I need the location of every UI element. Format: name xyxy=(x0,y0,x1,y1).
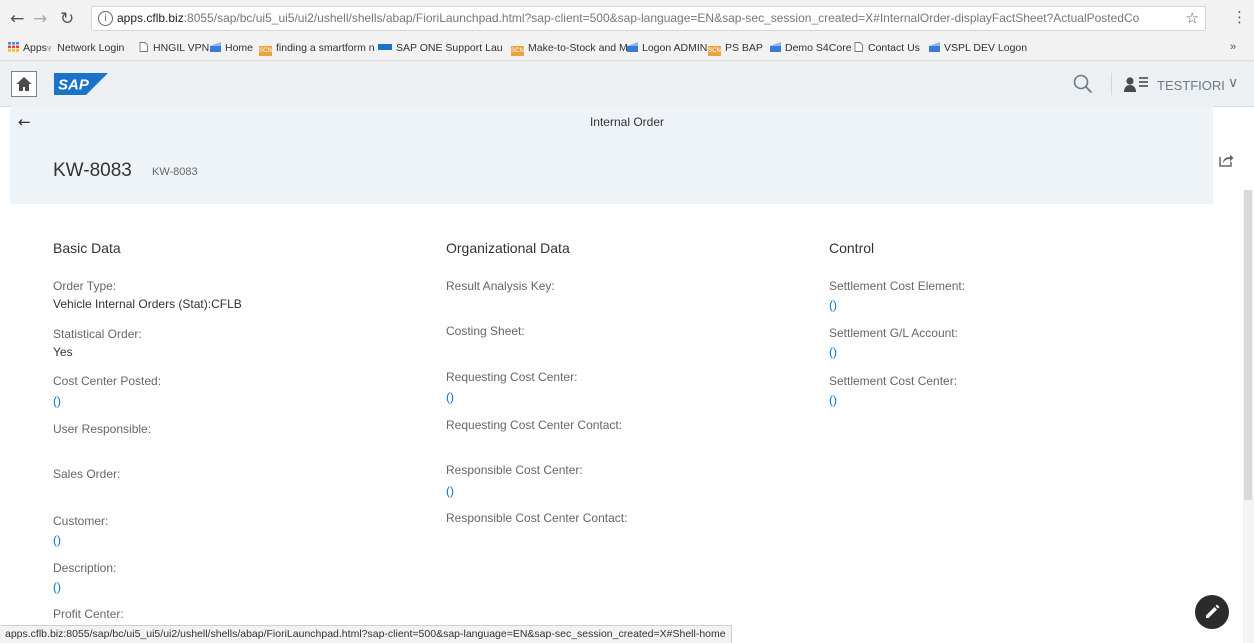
link-settlement-cost-element[interactable]: () xyxy=(829,298,837,312)
value-order-type: Vehicle Internal Orders (Stat):CFLB xyxy=(53,297,242,311)
bookmark-label: Apps xyxy=(23,42,47,54)
bookmark-hngil-vpn[interactable]: HNGIL VPN xyxy=(138,42,209,54)
bookmark-logon-admin[interactable]: Logon ADMIN xyxy=(627,42,707,54)
label-requesting-cost-center-contact: Requesting Cost Center Contact: xyxy=(446,418,623,432)
browser-menu-icon[interactable]: ⋮ xyxy=(1232,8,1247,26)
label-costing-sheet: Costing Sheet: xyxy=(446,324,525,338)
favicon-icon xyxy=(210,42,221,52)
sap-one-icon xyxy=(378,44,392,50)
scrollbar-thumb[interactable] xyxy=(1244,190,1252,500)
link-responsible-cost-center[interactable]: () xyxy=(446,484,454,498)
label-cost-center-posted: Cost Center Posted: xyxy=(53,374,162,388)
bookmark-label: PS BAP xyxy=(725,42,763,54)
bookmark-label: Network Login xyxy=(57,42,125,54)
link-cost-center-posted[interactable]: () xyxy=(53,394,61,408)
label-sales-order: Sales Order: xyxy=(53,467,121,481)
bookmark-make-to-stock[interactable]: SCN Make-to-Stock and M xyxy=(511,42,628,56)
label-customer: Customer: xyxy=(53,514,109,528)
bookmark-label: Make-to-Stock and M xyxy=(528,42,628,54)
bookmark-label: HNGIL VPN xyxy=(153,42,210,54)
bookmark-sap-one-support[interactable]: SAP ONE Support Lau xyxy=(378,42,503,54)
url-text[interactable]: apps.cflb.biz:8055/sap/bc/ui5_ui5/ui2/us… xyxy=(117,11,1139,25)
chevron-down-icon[interactable]: ∨ xyxy=(1228,75,1238,91)
label-order-type: Order Type: xyxy=(53,279,117,293)
label-result-analysis-key: Result Analysis Key: xyxy=(446,279,555,293)
network-icon: ♆ xyxy=(45,43,54,55)
bookmark-star-icon[interactable]: ☆ xyxy=(1186,9,1199,27)
object-title: KW-8083 xyxy=(53,160,132,181)
label-responsible-cost-center: Responsible Cost Center: xyxy=(446,463,583,477)
bookmark-label: finding a smartform n xyxy=(276,42,375,54)
link-settlement-gl-account[interactable]: () xyxy=(829,345,837,359)
user-icon[interactable] xyxy=(1124,75,1152,93)
svg-text:SAP: SAP xyxy=(58,77,90,94)
bookmark-vspl-dev-logon[interactable]: VSPL DEV Logon xyxy=(929,42,1027,54)
bookmark-network-login[interactable]: ♆ Network Login xyxy=(45,42,125,55)
label-responsible-cost-center-contact: Responsible Cost Center Contact: xyxy=(446,511,628,525)
back-arrow-icon[interactable]: ← xyxy=(10,9,24,29)
label-description: Description: xyxy=(53,561,117,575)
bookmark-contact-us[interactable]: Contact Us xyxy=(853,42,920,54)
bookmarks-bar: Apps ♆ Network Login HNGIL VPN Home SCN fi… xyxy=(0,38,1254,61)
link-settlement-cost-center[interactable]: () xyxy=(829,393,837,407)
label-profit-center: Profit Center: xyxy=(53,607,124,621)
bookmark-label: Demo S4Core xyxy=(785,42,852,54)
apps-grid-icon xyxy=(8,42,19,52)
browser-toolbar: ← → ↻ i apps.cflb.biz:8055/sap/bc/ui5_ui… xyxy=(0,0,1254,38)
bookmark-label: Home xyxy=(225,42,254,54)
favicon-icon xyxy=(929,42,940,52)
scn-icon: SCN xyxy=(708,46,721,56)
label-settlement-cost-element: Settlement Cost Element: xyxy=(829,279,966,293)
object-subtitle: KW-8083 xyxy=(152,166,198,178)
scn-icon: SCN xyxy=(511,46,524,56)
reload-icon[interactable]: ↻ xyxy=(60,9,74,29)
forward-arrow-icon[interactable]: → xyxy=(33,9,47,29)
status-bar-url: apps.cflb.biz:8055/sap/bc/ui5_ui5/ui2/us… xyxy=(0,625,732,643)
bookmarks-overflow-button[interactable]: » xyxy=(1230,41,1236,53)
bookmark-finding-smartform[interactable]: SCN finding a smartform n xyxy=(259,42,375,56)
info-icon[interactable]: i xyxy=(98,11,113,26)
search-icon[interactable] xyxy=(1073,74,1093,94)
label-statistical-order: Statistical Order: xyxy=(53,327,142,341)
address-bar[interactable]: i apps.cflb.biz:8055/sap/bc/ui5_ui5/ui2/… xyxy=(91,6,1206,31)
share-icon[interactable] xyxy=(1218,153,1234,167)
section-title-control: Control xyxy=(829,240,875,256)
bookmark-demo-s4core[interactable]: Demo S4Core xyxy=(770,42,852,54)
shell-divider xyxy=(1111,73,1112,95)
label-settlement-gl-account: Settlement G/L Account: xyxy=(829,326,958,340)
link-customer[interactable]: () xyxy=(53,533,61,547)
label-requesting-cost-center: Requesting Cost Center: xyxy=(446,370,578,384)
user-name[interactable]: TESTFIORI xyxy=(1157,78,1225,93)
bookmark-label: VSPL DEV Logon xyxy=(944,42,1028,54)
bookmark-apps[interactable]: Apps xyxy=(8,42,47,54)
bookmark-home[interactable]: Home xyxy=(210,42,253,54)
page-icon xyxy=(854,42,863,52)
section-title-basic-data: Basic Data xyxy=(53,240,121,256)
link-requesting-cost-center[interactable]: () xyxy=(446,390,454,404)
home-icon xyxy=(16,77,32,91)
value-statistical-order: Yes xyxy=(53,345,73,359)
bookmark-label: SAP ONE Support Lau xyxy=(396,42,503,54)
bookmark-ps-bap[interactable]: SCN PS BAP xyxy=(708,42,763,56)
app-title: Internal Order xyxy=(589,115,665,129)
favicon-icon xyxy=(770,42,781,52)
bookmark-label: Logon ADMIN xyxy=(642,42,708,54)
page-icon xyxy=(139,42,148,52)
link-description[interactable]: () xyxy=(53,580,61,594)
scn-icon: SCN xyxy=(259,46,272,56)
section-title-organizational-data: Organizational Data xyxy=(446,240,570,256)
bookmark-label: Contact Us xyxy=(868,42,920,54)
favicon-icon xyxy=(627,42,638,52)
home-button[interactable] xyxy=(11,71,37,97)
pencil-icon xyxy=(1206,604,1220,618)
shell-bar: SAP TESTFIORI ∨ xyxy=(0,61,1254,107)
edit-button[interactable] xyxy=(1195,595,1229,629)
sap-logo[interactable]: SAP xyxy=(54,73,108,95)
label-user-responsible: User Responsible: xyxy=(53,422,152,436)
label-settlement-cost-center: Settlement Cost Center: xyxy=(829,374,958,388)
